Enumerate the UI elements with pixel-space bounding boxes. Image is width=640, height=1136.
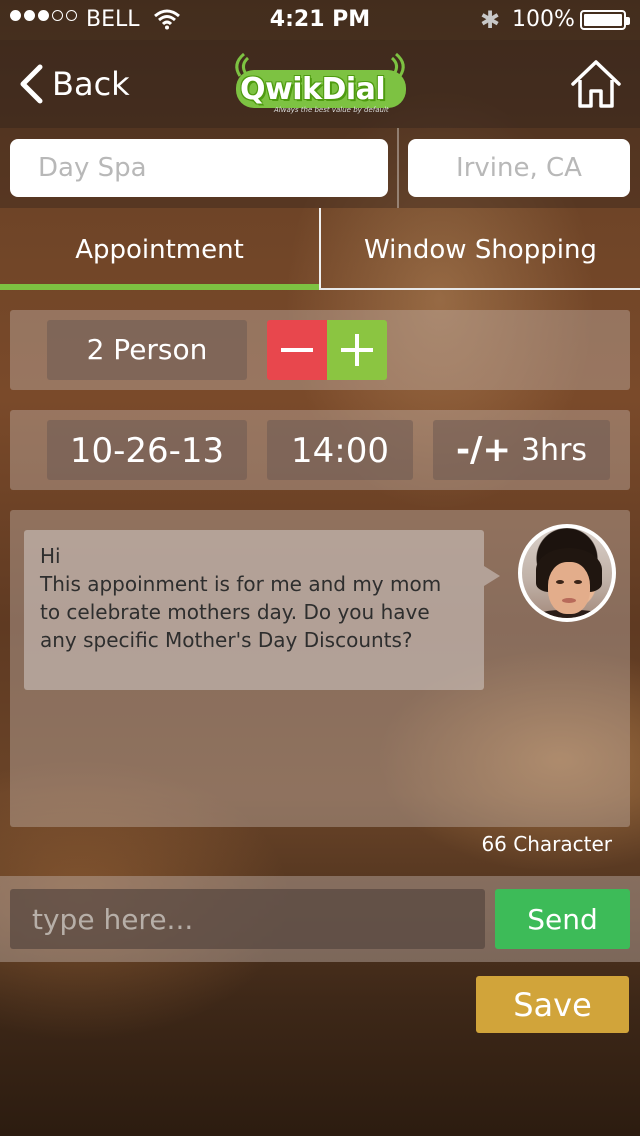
logo-text: QwikDial <box>240 72 386 107</box>
duration-value: 3hrs <box>520 432 588 468</box>
increase-party-button[interactable] <box>327 320 387 380</box>
logo-tagline: Always the best value by default <box>274 106 389 114</box>
plus-icon <box>341 334 373 366</box>
business-search-field[interactable]: Day Spa <box>10 139 388 197</box>
chevron-left-icon <box>20 64 43 104</box>
tab-window-shopping[interactable]: Window Shopping <box>321 208 640 290</box>
time-selector[interactable]: 14:00 <box>267 420 413 480</box>
save-button[interactable]: Save <box>476 976 629 1033</box>
message-line: to celebrate mothers day. Do you have <box>40 600 430 624</box>
battery-percentage: 100% <box>512 7 575 32</box>
message-bubble: Hi This appoinment is for me and my mom … <box>24 530 484 690</box>
decrease-party-button[interactable] <box>267 320 327 380</box>
home-icon[interactable] <box>570 58 622 110</box>
party-size-value: 2 Person <box>47 320 247 380</box>
duration-selector[interactable]: -/+ 3hrs <box>433 420 610 480</box>
location-search-field[interactable]: Irvine, CA <box>408 139 630 197</box>
minus-icon <box>281 348 313 352</box>
qwikdial-logo: QwikDial Always the best value by defaul… <box>226 50 416 120</box>
date-selector[interactable]: 10-26-13 <box>47 420 247 480</box>
duration-adjust-symbol: -/+ <box>455 430 511 470</box>
message-input[interactable] <box>10 889 485 949</box>
back-button[interactable]: Back <box>18 60 130 108</box>
character-count: 66 Character <box>481 832 612 856</box>
message-line: This appoinment is for me and my mom <box>40 572 442 596</box>
send-button[interactable]: Send <box>495 889 630 949</box>
avatar <box>518 524 616 622</box>
message-line: Hi <box>40 544 61 568</box>
bluetooth-icon: ✱ <box>480 6 501 34</box>
tab-appointment[interactable]: Appointment <box>0 208 319 290</box>
battery-icon <box>580 10 630 30</box>
message-line: any specific Mother's Day Discounts? <box>40 628 413 652</box>
back-label: Back <box>52 65 130 103</box>
active-tab-indicator <box>0 284 319 290</box>
bubble-tail <box>484 566 500 586</box>
search-divider <box>397 128 399 208</box>
